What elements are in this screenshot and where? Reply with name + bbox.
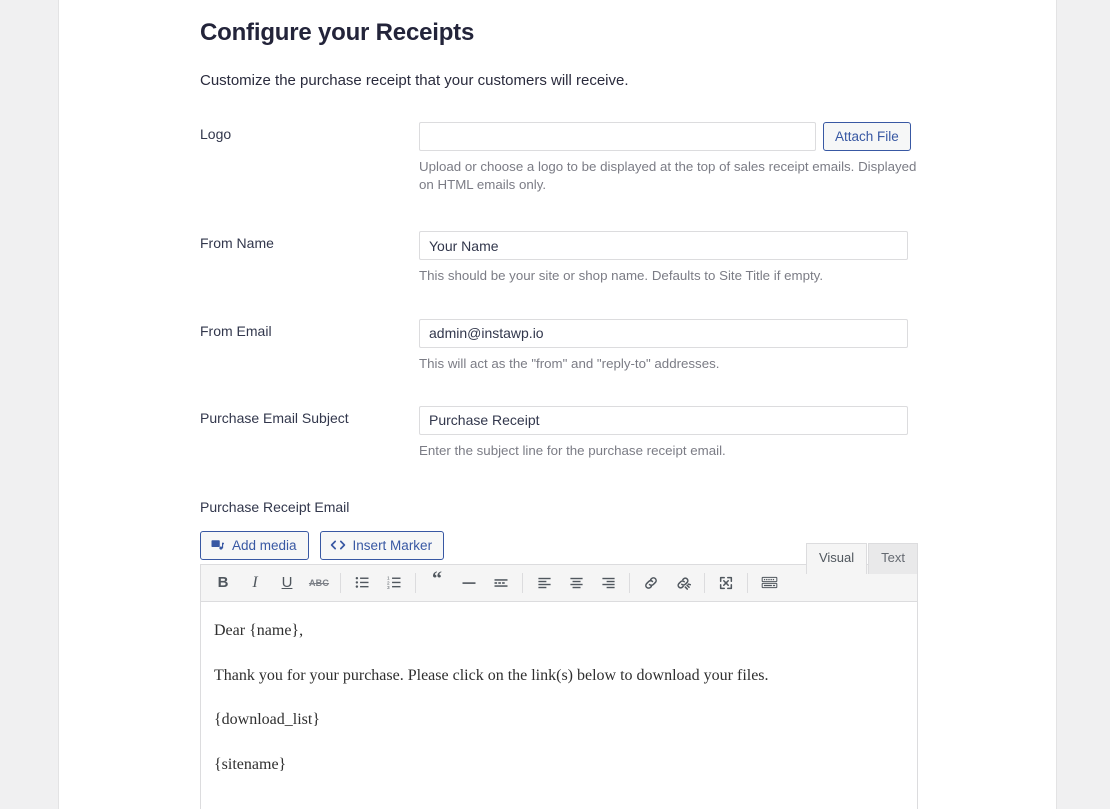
toolbar-divider — [522, 572, 523, 593]
insert-marker-button[interactable]: Insert Marker — [319, 530, 445, 560]
align-left-icon[interactable] — [531, 570, 557, 596]
form-row-from-name: From Name This should be your site or sh… — [200, 231, 968, 285]
horizontal-rule-icon[interactable] — [456, 570, 482, 596]
logo-label: Logo — [200, 126, 232, 143]
add-media-icon — [210, 538, 225, 553]
tab-visual[interactable]: Visual — [805, 542, 868, 574]
from-name-description: This should be your site or shop name. D… — [419, 268, 824, 284]
logo-description: Upload or choose a logo to be displayed … — [419, 159, 917, 193]
editor-shell: B I U ABC 1 2 3 “ Dear {name}, Thank you… — [200, 563, 918, 809]
align-right-icon[interactable] — [595, 570, 621, 596]
italic-icon[interactable]: I — [242, 570, 268, 596]
page-subtitle: Customize the purchase receipt that your… — [200, 71, 629, 89]
purchase-email-subject-label: Purchase Email Subject — [200, 409, 349, 426]
editor-paragraph: Dear {name}, — [214, 621, 304, 639]
align-center-icon[interactable] — [563, 570, 589, 596]
svg-text:3: 3 — [387, 585, 390, 590]
page-title: Configure your Receipts — [200, 19, 475, 46]
from-email-label: From Email — [200, 322, 272, 339]
form-row-logo: Logo Attach File Upload or choose a logo… — [200, 122, 968, 194]
fullscreen-icon[interactable] — [713, 570, 739, 596]
keyboard-shortcuts-icon[interactable] — [756, 570, 782, 596]
add-media-button[interactable]: Add media — [200, 530, 309, 560]
form-row-purchase-email-subject: Purchase Email Subject Enter the subject… — [200, 405, 968, 460]
from-email-input[interactable] — [419, 318, 908, 348]
from-email-description: This will act as the "from" and "reply-t… — [419, 355, 720, 371]
from-name-label: From Name — [200, 235, 274, 252]
underline-icon[interactable]: U — [274, 570, 300, 596]
add-media-label: Add media — [232, 537, 297, 553]
purchase-email-subject-description: Enter the subject line for the purchase … — [419, 442, 726, 458]
editor-paragraph: Thank you for your purchase. Please clic… — [214, 666, 769, 684]
editor-mode-tabs: Visual Text — [805, 542, 918, 574]
purchase-receipt-email-label: Purchase Receipt Email — [200, 498, 350, 515]
remove-link-icon[interactable] — [670, 570, 696, 596]
toolbar-divider — [415, 572, 416, 593]
purchase-receipt-email-editor: Purchase Receipt Email Add media Insert … — [200, 498, 918, 809]
bulleted-list-icon[interactable] — [349, 570, 375, 596]
strikethrough-icon[interactable]: ABC — [306, 570, 332, 596]
toolbar-divider — [629, 572, 630, 593]
settings-content-card: Configure your Receipts Customize the pu… — [58, 0, 1057, 809]
editor-paragraph: {sitename} — [214, 756, 287, 774]
toolbar-divider — [747, 572, 748, 593]
form-row-from-email: From Email This will act as the "from" a… — [200, 318, 968, 373]
code-icon — [330, 538, 346, 552]
receipt-settings-form: Logo Attach File Upload or choose a logo… — [200, 122, 968, 809]
logo-input[interactable] — [419, 122, 816, 152]
editor-content-area[interactable]: Dear {name}, Thank you for your purchase… — [201, 602, 917, 809]
toolbar-divider — [704, 572, 705, 593]
editor-media-bar: Add media Insert Marker Visual Text — [200, 530, 918, 574]
from-name-input[interactable] — [419, 231, 908, 261]
blockquote-icon[interactable]: “ — [424, 569, 450, 596]
toolbar-divider — [340, 572, 341, 593]
attach-file-button[interactable]: Attach File — [823, 122, 911, 152]
purchase-email-subject-input[interactable] — [419, 405, 908, 435]
numbered-list-icon[interactable]: 1 2 3 — [381, 570, 407, 596]
read-more-icon[interactable] — [488, 570, 514, 596]
tab-text[interactable]: Text — [868, 542, 918, 574]
editor-paragraph: {download_list} — [214, 711, 321, 729]
bold-icon[interactable]: B — [210, 570, 236, 596]
insert-link-icon[interactable] — [638, 570, 664, 596]
insert-marker-label: Insert Marker — [352, 537, 433, 553]
page-background: Configure your Receipts Customize the pu… — [0, 0, 1110, 809]
